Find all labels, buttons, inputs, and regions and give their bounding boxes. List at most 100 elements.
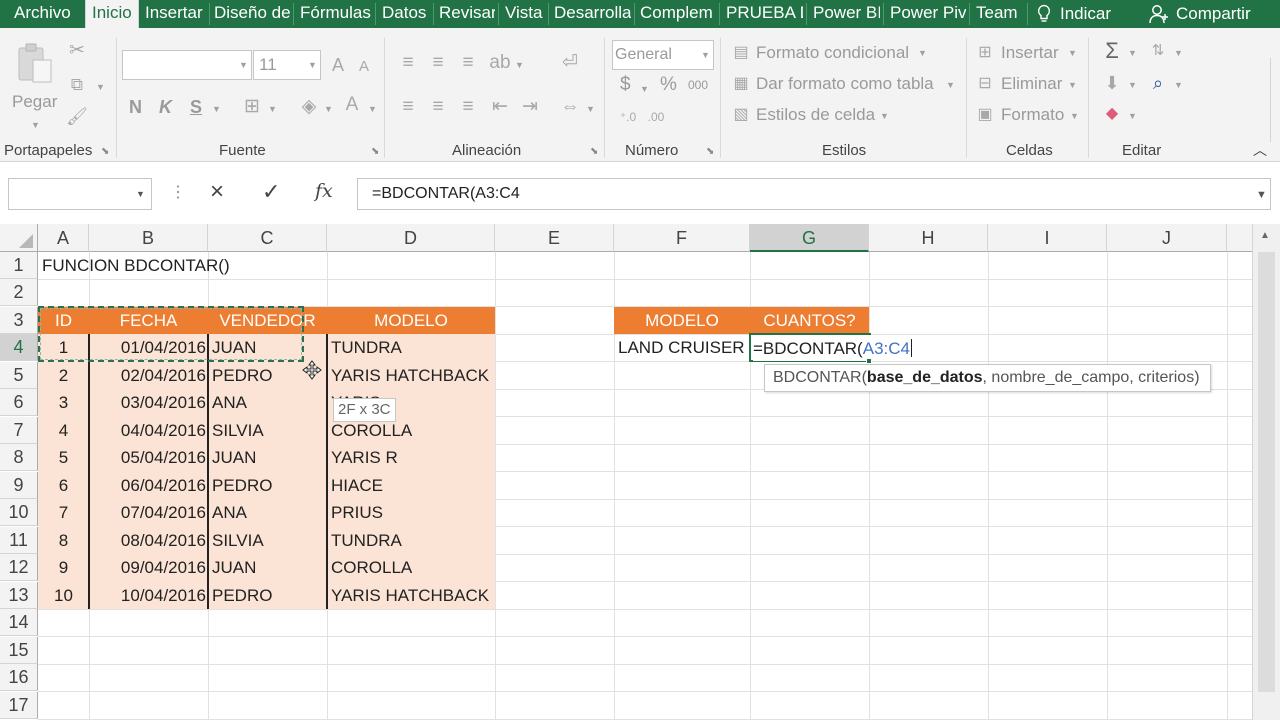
row-header-7[interactable]: 7 xyxy=(0,417,38,444)
insert-cells-button[interactable]: Insertar xyxy=(1001,43,1059,63)
align-bottom-icon[interactable]: ≡ xyxy=(456,52,480,74)
fill-down-icon[interactable]: ⬇ xyxy=(1100,72,1124,94)
row-header-14[interactable]: 14 xyxy=(0,609,38,636)
cell-fecha[interactable]: 02/04/2016 xyxy=(89,362,206,389)
row-header-11[interactable]: 11 xyxy=(0,527,38,554)
align-left-icon[interactable]: ≡ xyxy=(396,96,420,118)
tab-archivo[interactable]: Archivo xyxy=(14,0,76,28)
tab-team[interactable]: Team xyxy=(976,0,1022,28)
cell-vendedor[interactable]: ANA xyxy=(212,389,247,416)
font-launcher-icon[interactable]: ⬊ xyxy=(371,146,379,157)
row-header-15[interactable]: 15 xyxy=(0,637,38,664)
tab-datos[interactable]: Datos xyxy=(382,0,430,28)
tab-formulas[interactable]: Fórmulas xyxy=(300,0,372,28)
cell-modelo[interactable]: PRIUS xyxy=(331,499,383,526)
row-header-16[interactable]: 16 xyxy=(0,664,38,691)
row-header-10[interactable]: 10 xyxy=(0,499,38,526)
column-header-g[interactable]: G xyxy=(750,224,869,252)
cell-modelo[interactable]: YARIS R xyxy=(331,444,398,471)
cell-fecha[interactable]: 03/04/2016 xyxy=(89,389,206,416)
column-header-c[interactable]: C xyxy=(208,224,327,252)
cell-modelo[interactable]: YARIS HATCHBACK xyxy=(331,582,489,609)
name-box[interactable]: ▼ xyxy=(8,178,152,210)
delete-cells-button[interactable]: Eliminar xyxy=(1001,74,1062,94)
cell-modelo[interactable]: HIACE xyxy=(331,472,383,499)
cell-fecha[interactable]: 06/04/2016 xyxy=(89,472,206,499)
number-format-box[interactable]: General ▼ xyxy=(612,40,714,70)
cell-fecha[interactable]: 07/04/2016 xyxy=(89,499,206,526)
cell-styles-dropdown-icon[interactable]: ▼ xyxy=(880,111,889,121)
fill-color-icon[interactable]: ◈ xyxy=(297,96,321,118)
fill-dropdown-icon[interactable]: ▼ xyxy=(1128,80,1137,90)
cell-id[interactable]: 9 xyxy=(38,554,89,581)
format-painter-icon[interactable]: 🖌 xyxy=(66,106,88,128)
insert-cells-icon[interactable]: ⊞ xyxy=(974,42,996,64)
format-table-icon[interactable]: ▦ xyxy=(730,73,752,95)
tooltip-arg-database[interactable]: base_de_datos xyxy=(867,369,983,386)
merge-dropdown-icon[interactable]: ▼ xyxy=(586,104,595,114)
column-header-f[interactable]: F xyxy=(614,224,750,252)
format-dropdown-icon[interactable]: ▼ xyxy=(1070,111,1079,121)
row-header-13[interactable]: 13 xyxy=(0,582,38,609)
conditional-format-button[interactable]: Formato condicional xyxy=(756,43,909,63)
paste-button[interactable]: Pegar ▼ xyxy=(12,42,58,132)
tab-inicio[interactable]: Inicio xyxy=(85,0,139,28)
align-center-icon[interactable]: ≡ xyxy=(426,96,450,118)
align-top-icon[interactable]: ≡ xyxy=(396,52,420,74)
column-header-i[interactable]: I xyxy=(988,224,1107,252)
cell-fecha[interactable]: 05/04/2016 xyxy=(89,444,206,471)
tab-power-bi[interactable]: Power BI xyxy=(813,0,880,28)
column-header-k[interactable] xyxy=(1227,224,1252,252)
wrap-text-icon[interactable]: ⏎ xyxy=(558,52,582,74)
tell-me-box[interactable]: Indicar xyxy=(1036,0,1111,28)
conditional-format-dropdown-icon[interactable]: ▼ xyxy=(918,48,927,58)
tab-vista[interactable]: Vista xyxy=(505,0,545,28)
expand-formula-bar-icon[interactable]: ▼ xyxy=(1256,189,1267,201)
worksheet-grid[interactable]: A B C D E F G H I J 1 2 3 4 5 6 7 8 9 10… xyxy=(0,224,1252,720)
borders-dropdown-icon[interactable]: ▼ xyxy=(268,104,277,114)
column-header-b[interactable]: B xyxy=(89,224,208,252)
borders-icon[interactable]: ⊞ xyxy=(240,96,264,118)
cell-vendedor[interactable]: JUAN xyxy=(212,444,256,471)
increase-indent-icon[interactable]: ⇥ xyxy=(518,96,542,118)
cell-styles-icon[interactable]: ▧ xyxy=(730,104,752,126)
cell-modelo[interactable]: YARIS HATCHBACK xyxy=(331,362,489,389)
sheet-title[interactable]: FUNCION BDCONTAR() xyxy=(42,252,230,279)
cell-id[interactable]: 2 xyxy=(38,362,89,389)
align-middle-icon[interactable]: ≡ xyxy=(426,52,450,74)
cell-vendedor[interactable]: JUAN xyxy=(212,554,256,581)
decrease-indent-icon[interactable]: ⇤ xyxy=(488,96,512,118)
cell-fecha[interactable]: 04/04/2016 xyxy=(89,417,206,444)
find-select-icon[interactable]: ⌕ xyxy=(1146,72,1170,94)
column-header-j[interactable]: J xyxy=(1107,224,1227,252)
cancel-icon[interactable]: × xyxy=(210,178,224,206)
underline-button[interactable]: S xyxy=(190,97,202,118)
insert-dropdown-icon[interactable]: ▼ xyxy=(1068,48,1077,58)
tab-desarrollador[interactable]: Desarrolla xyxy=(554,0,631,28)
font-color-dropdown-icon[interactable]: ▼ xyxy=(368,104,377,114)
ribbon-scroll[interactable] xyxy=(1270,58,1280,142)
alignment-launcher-icon[interactable]: ⬊ xyxy=(590,146,598,157)
criteria-model-cell[interactable]: LAND CRUISER xyxy=(618,334,745,361)
row-header-9[interactable]: 9 xyxy=(0,472,38,499)
clear-eraser-icon[interactable]: ◆ xyxy=(1100,103,1124,125)
formula-input[interactable]: =BDCONTAR(A3:C4 xyxy=(357,178,1271,210)
row-header-12[interactable]: 12 xyxy=(0,554,38,581)
decrease-decimal-icon[interactable]: .00 xyxy=(644,106,668,128)
cell-modelo[interactable]: TUNDRA xyxy=(331,527,402,554)
insert-function-icon[interactable]: fx xyxy=(315,180,333,202)
cell-vendedor[interactable]: PEDRO xyxy=(212,582,272,609)
delete-cells-icon[interactable]: ⊟ xyxy=(974,73,996,95)
cell-fecha[interactable]: 08/04/2016 xyxy=(89,527,206,554)
tab-power-pivot[interactable]: Power Piv xyxy=(890,0,966,28)
cell-fecha[interactable]: 09/04/2016 xyxy=(89,554,206,581)
cell-id[interactable]: 8 xyxy=(38,527,89,554)
cell-vendedor[interactable]: PEDRO xyxy=(212,472,272,499)
share-button[interactable]: Compartir xyxy=(1148,0,1251,28)
currency-button[interactable]: $ xyxy=(620,74,631,96)
thousands-button[interactable]: 000 xyxy=(688,78,708,92)
copy-dropdown-icon[interactable]: ▼ xyxy=(96,82,105,92)
tab-prueba[interactable]: PRUEBA D xyxy=(726,0,803,28)
format-table-button[interactable]: Dar formato como tabla xyxy=(756,74,934,94)
function-arguments-tooltip[interactable]: BDCONTAR(base_de_datos, nombre_de_campo,… xyxy=(764,364,1211,392)
